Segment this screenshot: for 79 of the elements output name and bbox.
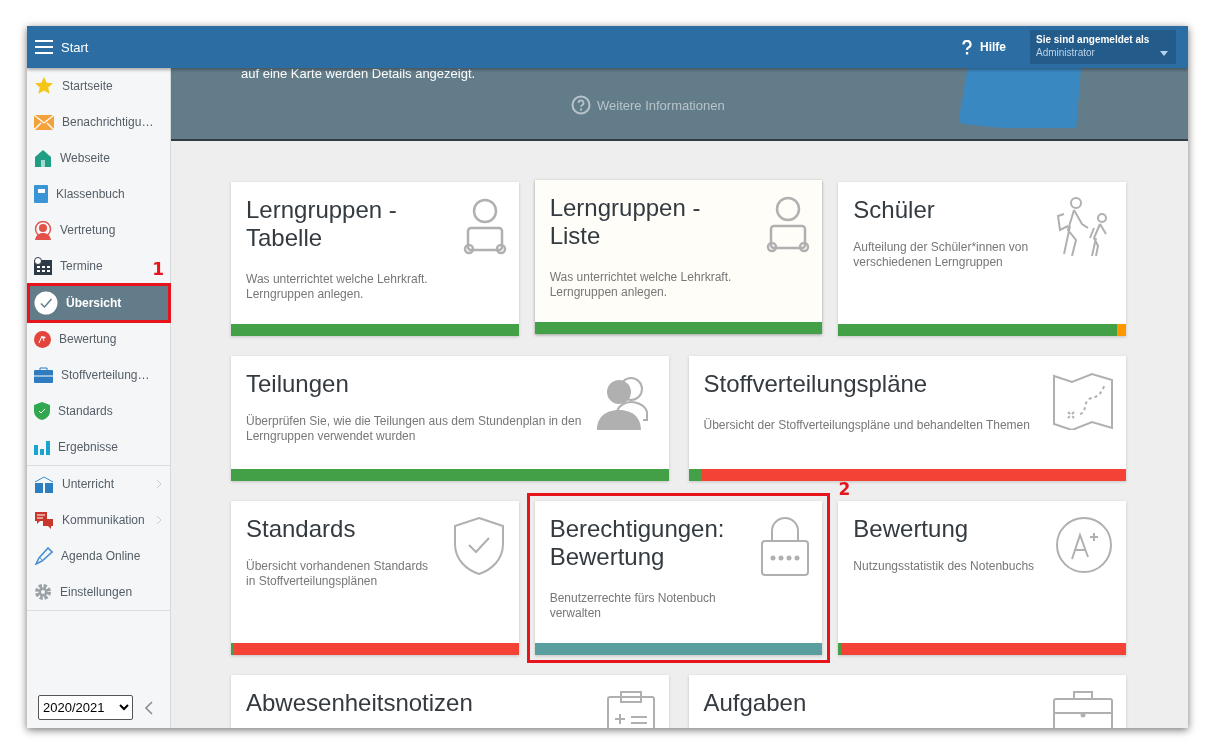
tile-card[interactable]: Schüler Aufteilung der Schüler*innen von verschiedenen Lerngruppen: [838, 182, 1126, 336]
sidebar-item[interactable]: Agenda Online: [27, 538, 149, 574]
user-name: Administrator: [1036, 47, 1095, 58]
grade-badge-icon: [34, 330, 51, 348]
card-title: Aufgaben: [703, 689, 808, 717]
treasure-map-icon: [1052, 370, 1114, 430]
clipboard-icon: [604, 689, 657, 728]
sidebar-item[interactable]: Einstellungen: [27, 574, 141, 610]
card-title: Stoffverteilungspläne: [703, 370, 929, 398]
person-laptop-icon: [462, 196, 507, 256]
card-title: Bewertung: [853, 515, 970, 543]
sidebar-item[interactable]: Ergebnisse: [27, 429, 127, 465]
padlock-icon: [760, 515, 811, 577]
card-title: Lerngruppen - Tabelle: [246, 196, 398, 252]
sidebar-item[interactable]: Stoffverteilung…: [27, 357, 158, 393]
card-title: Berechtigungen: Bewertung: [549, 515, 726, 571]
house-icon: [34, 149, 52, 167]
card-description: Benutzerrechte fürs Notenbuch verwalten: [549, 591, 717, 621]
card-description: Übersicht vorhandenen Standards in Stoffverteilungsplänen: [246, 559, 430, 589]
card-description: Was unterrichtet welche Lehrkraft. Lerngruppen anlegen.: [246, 272, 429, 302]
notebook-icon: [34, 185, 48, 203]
gear-icon: [34, 583, 52, 601]
sidebar-item[interactable]: Vertretung: [27, 212, 124, 248]
collapse-icon[interactable]: [145, 700, 153, 715]
help-link[interactable]: Hilfe: [962, 39, 1006, 55]
login-caption: Sie sind angemeldet als: [1036, 34, 1151, 45]
card-title: Teilungen: [246, 370, 350, 398]
tile-card[interactable]: Standards Übersicht vorhandenen Standards in Stoffverteilungsplänen: [231, 501, 519, 655]
card-title: Schüler: [853, 196, 936, 224]
year-select[interactable]: 2020/2021: [38, 695, 133, 720]
menu-icon[interactable]: [35, 40, 53, 54]
calendar-icon: [34, 257, 52, 275]
chat-bubbles-icon: [34, 511, 54, 529]
check-badge-icon: [34, 291, 58, 315]
briefcase-icon: [34, 367, 53, 383]
card-description: Übersicht der Stoffverteilungspläne und behandelten Themen: [703, 418, 1031, 433]
card-description: Überprüfen Sie, wie die Teilungen aus dem Stundenplan in den Lerngruppen verwendet wurden: [246, 414, 583, 444]
banner-text: auf eine Karte werden Details angezeigt.: [241, 68, 476, 81]
page-title: Start: [61, 39, 90, 55]
tile-card[interactable]: Lerngruppen - Tabelle Was unterrichtet welche Lehrkraft. Lerngruppen anlegen.: [231, 182, 519, 336]
sidebar-item[interactable]: Unterricht: [27, 466, 170, 502]
tile-card[interactable]: Lerngruppen - Liste Was unterrichtet welche Lehrkraft. Lerngruppen anlegen.: [534, 180, 823, 334]
tile-card[interactable]: Bewertung Nutzungsstatistik des Notenbuchs: [838, 501, 1126, 655]
question-mark-icon: [962, 39, 972, 55]
tile-card[interactable]: Abwesenheitsnotizen: [231, 675, 669, 728]
callout-number: 1: [152, 259, 164, 279]
person-headset-icon: [34, 220, 52, 240]
sidebar-item[interactable]: Termine: [27, 248, 111, 284]
star-icon: [34, 76, 54, 96]
open-book-icon: [34, 475, 54, 493]
bar-chart-icon: [34, 439, 50, 455]
tile-card[interactable]: Aufgaben: [688, 675, 1126, 728]
sidebar-item[interactable]: Benachrichtigu…: [27, 104, 162, 140]
sidebar-item[interactable]: Klassenbuch: [27, 176, 133, 212]
shield-check-icon: [34, 402, 50, 420]
sidebar-item[interactable]: Standards: [27, 393, 121, 429]
briefcase-icon: [1052, 689, 1114, 728]
card-title: Abwesenheitsnotizen: [246, 689, 474, 717]
card-title: Standards: [246, 515, 357, 543]
sidebar-item[interactable]: Webseite: [27, 140, 118, 176]
pencil-icon: [34, 547, 53, 565]
envelope-icon: [34, 114, 54, 130]
caret-icon: [1160, 51, 1168, 56]
sidebar-item[interactable]: Startseite: [27, 68, 121, 104]
card-description: Nutzungsstatistik des Notenbuchs: [853, 559, 1036, 574]
person-laptop-icon: [766, 194, 811, 254]
sidebar-item[interactable]: Übersicht: [27, 285, 170, 321]
tile-card[interactable]: Stoffverteilungspläne Übersicht der Stoffverteilungspläne und behandelten Themen: [688, 356, 1126, 481]
card-title: Lerngruppen - Liste: [549, 194, 702, 250]
sidebar-item[interactable]: Kommunikation: [27, 502, 170, 538]
sidebar-item[interactable]: Bewertung: [27, 321, 125, 357]
tile-card[interactable]: Berechtigungen: Bewertung Benutzerrechte fürs Notenbuch verwalten: [534, 501, 823, 655]
question-circle-icon: [571, 95, 591, 115]
callout-number: 2: [838, 479, 851, 499]
card-description: Aufteilung der Schüler*innen von verschiedenen Lerngruppen: [853, 240, 1030, 270]
card-description: Was unterrichtet welche Lehrkraft. Lerngruppen anlegen.: [549, 270, 733, 300]
user-menu[interactable]: Sie sind angemeldet als Administrator: [1030, 30, 1176, 64]
tile-card[interactable]: Teilungen Überprüfen Sie, wie die Teilungen aus dem Stundenplan in den Lerngruppen verwendet wurden: [231, 356, 669, 481]
grade-circle-icon: [1054, 515, 1114, 575]
